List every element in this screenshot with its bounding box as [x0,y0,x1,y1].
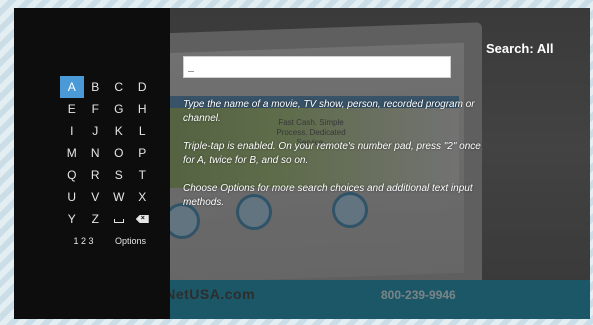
key-y[interactable]: Y [60,208,84,230]
search-title: Search: All [486,41,554,56]
text-cursor [188,71,194,72]
key-c[interactable]: C [107,76,131,98]
keyboard-row: 1 2 3 Options [60,230,154,252]
keyboard-panel: A B C D E F G H I J K L M N O P Q R S T … [14,8,170,319]
space-key[interactable] [107,208,131,230]
key-r[interactable]: R [84,164,108,186]
key-f[interactable]: F [84,98,108,120]
key-d[interactable]: D [131,76,155,98]
key-q[interactable]: Q [60,164,84,186]
options-key[interactable]: Options [107,230,154,252]
key-a[interactable]: A [60,76,84,98]
key-x[interactable]: X [131,186,155,208]
key-m[interactable]: M [60,142,84,164]
keyboard-row: U V W X [60,186,154,208]
key-t[interactable]: T [131,164,155,186]
key-h[interactable]: H [131,98,155,120]
backspace-icon: × [135,215,149,223]
tv-screen: Fast Cash. Simple Process. Dedicated Ser… [14,8,590,319]
key-l[interactable]: L [131,120,155,142]
key-o[interactable]: O [107,142,131,164]
keyboard-row: Q R S T [60,164,154,186]
keyboard-row: I J K L [60,120,154,142]
keyboard-row: E F G H [60,98,154,120]
key-z[interactable]: Z [84,208,108,230]
key-v[interactable]: V [84,186,108,208]
onscreen-keyboard: A B C D E F G H I J K L M N O P Q R S T … [60,76,154,252]
keyboard-row: M N O P [60,142,154,164]
instruction-text: Type the name of a movie, TV show, perso… [183,99,475,124]
keyboard-row: A B C D [60,76,154,98]
backspace-key[interactable]: × [131,208,155,230]
instruction-text: Choose Options for more search choices a… [183,183,473,208]
key-p[interactable]: P [131,142,155,164]
search-input[interactable] [183,56,451,78]
instruction-text: Triple-tap is enabled. On your remote's … [183,141,481,166]
key-w[interactable]: W [107,186,131,208]
key-j[interactable]: J [84,120,108,142]
key-n[interactable]: N [84,142,108,164]
key-i[interactable]: I [60,120,84,142]
key-u[interactable]: U [60,186,84,208]
key-e[interactable]: E [60,98,84,120]
numbers-key[interactable]: 1 2 3 [60,230,107,252]
key-k[interactable]: K [107,120,131,142]
space-icon [113,219,124,223]
keyboard-row: Y Z × [60,208,154,230]
key-b[interactable]: B [84,76,108,98]
key-g[interactable]: G [107,98,131,120]
key-s[interactable]: S [107,164,131,186]
